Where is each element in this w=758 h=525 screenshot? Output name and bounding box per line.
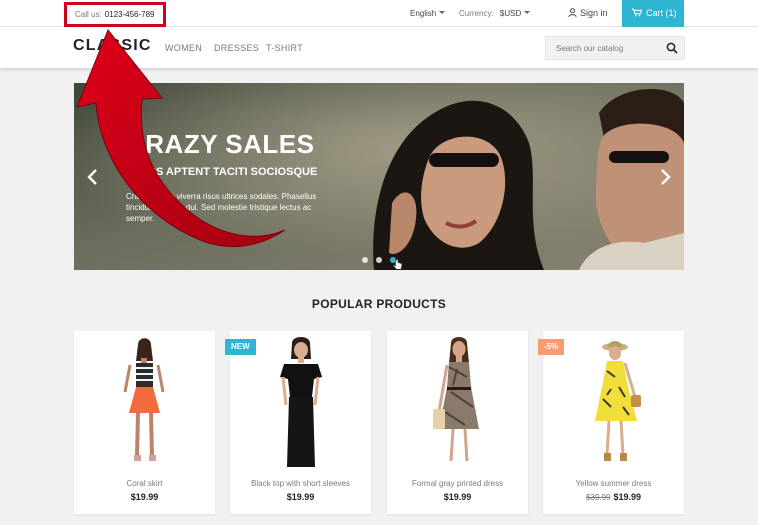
product-card[interactable]: Formal gray printed dress $19.99 [387,331,528,514]
product-name[interactable]: Coral skirt [74,479,215,488]
product-price-value: $19.99 [443,492,472,502]
cart-label: Cart (1) [646,8,677,18]
cart-button[interactable]: Cart (1) [622,0,684,27]
currency-selector[interactable]: Currency: $USD [459,0,531,27]
slide-title: CRAZY SALES [126,129,315,159]
search-box [545,36,685,60]
product-price: $39.99 $19.99 [543,492,684,502]
product-price: $19.99 [230,492,371,502]
sign-in-link[interactable]: Sign in [568,0,608,27]
language-value: English [410,9,437,18]
hand-pointer-icon [392,259,403,270]
product-price-value: $19.99 [286,492,315,502]
new-badge: NEW [225,339,256,355]
currency-label: Currency: [459,9,494,18]
site-header: CLASSIC WOMEN DRESSES T-SHIRT [0,27,758,68]
slide-subtitle: CLASS APTENT TACITI SOCIOSQUE [126,166,318,178]
slide-text: Cras vehicula viverra risus ultrices sod… [126,192,317,223]
user-icon [568,8,577,18]
product-name[interactable]: Yellow summer dress [543,479,684,488]
slider-next-icon[interactable] [658,168,672,186]
chevron-down-icon [439,11,446,14]
product-card[interactable]: Coral skirt $19.99 [74,331,215,514]
currency-value: $USD [499,9,522,18]
call-us-label: Call us: [75,10,102,19]
cart-icon [632,8,643,17]
chevron-down-icon [524,11,531,14]
product-price: $19.99 [387,492,528,502]
language-selector[interactable]: English [410,0,446,27]
slider-dot-2[interactable] [376,257,382,263]
contact-info: Call us: 0123-456-789 [64,2,166,27]
top-bar: Call us: 0123-456-789 English Currency: $… [0,0,758,27]
hero-slider: CRAZY SALES CLASS APTENT TACITI SOCIOSQU… [74,83,684,270]
product-old-price: $39.99 [586,493,611,502]
product-name[interactable]: Formal gray printed dress [387,479,528,488]
product-image[interactable] [94,337,195,467]
phone-number[interactable]: 0123-456-789 [105,10,155,19]
product-image[interactable] [250,337,351,467]
slider-prev-icon[interactable] [86,168,100,186]
product-price: $19.99 [74,492,215,502]
search-icon[interactable] [666,42,678,54]
nav-item-women[interactable]: WOMEN [165,43,202,53]
nav-item-t-shirt[interactable]: T-SHIRT [266,43,303,53]
slider-dot-1[interactable] [362,257,368,263]
product-card[interactable]: -5% Yellow summer dress $39.99 $19.99 [538,331,684,514]
product-price-value: $19.99 [613,492,641,502]
product-price-value: $19.99 [130,492,159,502]
section-title: POPULAR PRODUCTS [311,297,447,311]
product-image[interactable] [407,337,508,467]
product-image[interactable] [563,337,664,467]
product-name[interactable]: Black top with short sleeves [230,479,371,488]
discount-badge: -5% [538,339,565,355]
sign-in-label: Sign in [580,8,608,18]
site-logo[interactable]: CLASSIC [73,37,152,55]
product-card[interactable]: NEW Black top with short sleeves $19.99 [225,331,371,514]
search-input[interactable] [546,37,664,59]
nav-item-dresses[interactable]: DRESSES [214,43,259,53]
